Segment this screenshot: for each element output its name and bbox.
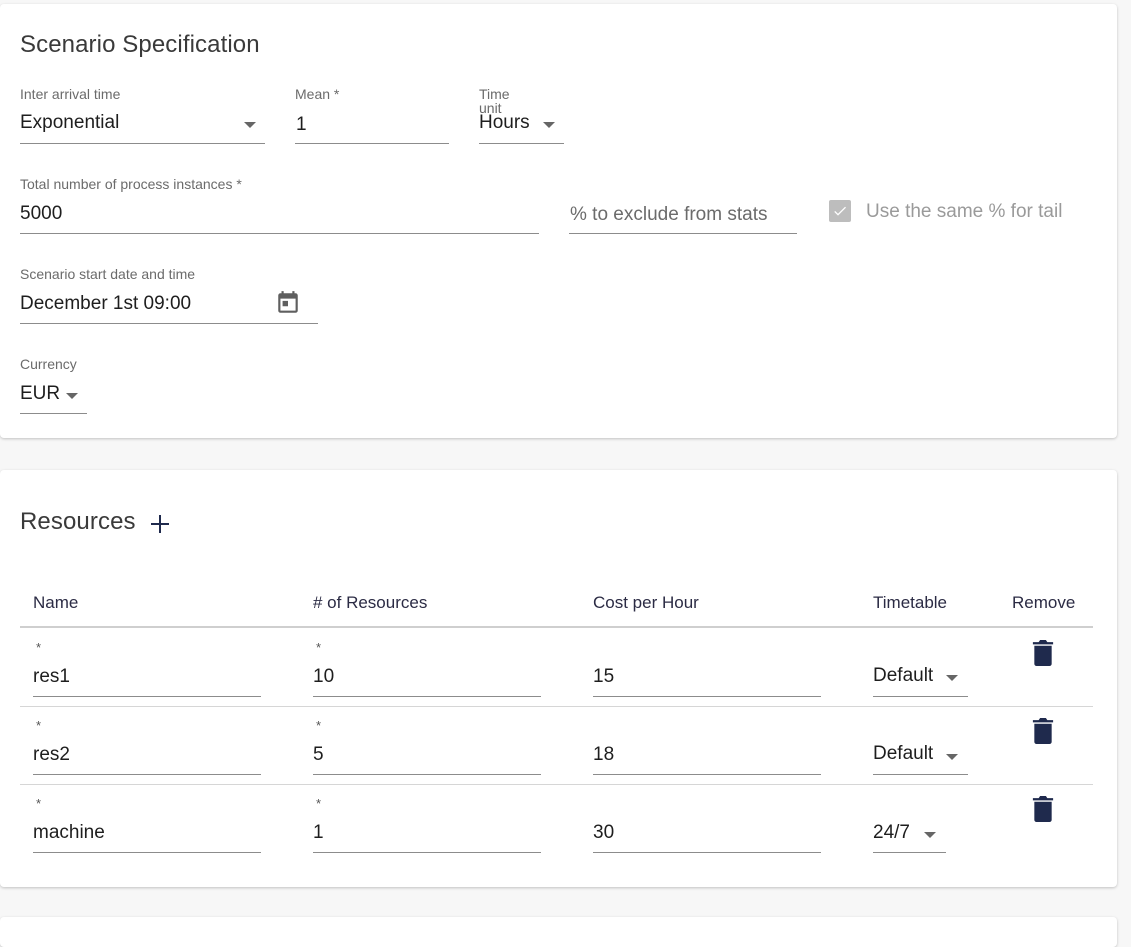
time-unit-select[interactable]: Time unit Hours (479, 86, 564, 144)
scenario-title: Scenario Specification (20, 31, 260, 58)
trash-icon[interactable] (1032, 718, 1054, 744)
resource-cost-input[interactable]: 18 (593, 707, 821, 777)
chevron-down-icon (946, 754, 958, 760)
currency-select[interactable]: Currency EUR (20, 356, 87, 414)
timetable-select[interactable]: 24/7 (873, 785, 946, 855)
resource-count-input[interactable]: 10 (313, 628, 541, 698)
underline (593, 696, 821, 697)
resource-count-value: 10 (313, 666, 335, 687)
timetable-select[interactable]: Default (873, 628, 968, 698)
inter-arrival-underline (20, 143, 265, 144)
inter-arrival-select[interactable]: Inter arrival time Exponential (20, 86, 265, 144)
resource-cost-value: 30 (593, 822, 615, 843)
resource-name-value: res2 (33, 744, 70, 765)
chevron-down-icon (66, 393, 78, 399)
total-instances-label: Total number of process instances * (20, 176, 242, 192)
next-section-card (0, 917, 1117, 947)
resource-name-value: machine (33, 822, 105, 843)
underline (33, 696, 261, 697)
underline (873, 774, 968, 775)
start-datetime-picker[interactable]: Scenario start date and time December 1s… (20, 266, 318, 324)
trash-icon[interactable] (1032, 796, 1054, 822)
resources-card: Resources Name # of Resources Cost per H… (0, 470, 1117, 887)
underline (33, 774, 261, 775)
table-row: * res1 * 10 15 Default (0, 628, 1117, 706)
start-datetime-value: December 1st 09:00 (20, 293, 192, 314)
underline (593, 774, 821, 775)
mean-label: Mean * (295, 86, 340, 102)
inter-arrival-value: Exponential (20, 112, 120, 133)
currency-label: Currency (20, 356, 77, 372)
underline (593, 852, 821, 853)
total-instances-underline (20, 233, 539, 234)
check-icon (834, 206, 846, 216)
column-header-remove: Remove (1012, 593, 1076, 612)
same-tail-label: Use the same % for tail (866, 201, 1063, 222)
underline (873, 852, 946, 853)
resources-title: Resources (20, 508, 136, 535)
currency-underline (20, 413, 87, 414)
resource-count-value: 5 (313, 744, 324, 765)
start-datetime-label: Scenario start date and time (20, 266, 196, 282)
currency-value: EUR (20, 383, 61, 404)
timetable-value: Default (873, 743, 934, 764)
scenario-specification-card: Scenario Specification Inter arrival tim… (0, 4, 1117, 438)
calendar-icon[interactable] (275, 290, 301, 316)
table-row: * res2 * 5 18 Default (0, 707, 1117, 785)
resource-cost-value: 18 (593, 744, 615, 765)
resource-cost-input[interactable]: 30 (593, 785, 821, 855)
time-unit-value: Hours (479, 112, 530, 133)
timetable-select[interactable]: Default (873, 707, 968, 777)
total-instances-value: 5000 (20, 203, 63, 224)
exclude-percent-placeholder: % to exclude from stats (570, 204, 768, 225)
column-header-cost: Cost per Hour (593, 593, 699, 612)
start-datetime-underline (20, 323, 318, 324)
underline (873, 696, 968, 697)
same-tail-checkbox[interactable] (829, 200, 851, 222)
chevron-down-icon (946, 675, 958, 681)
underline (313, 774, 541, 775)
resource-count-input[interactable]: 1 (313, 785, 541, 855)
timetable-value: Default (873, 665, 934, 686)
resource-name-input[interactable]: res1 (33, 628, 261, 698)
mean-underline (295, 143, 449, 144)
table-row: * machine * 1 30 24/7 (0, 785, 1117, 863)
inter-arrival-label: Inter arrival time (20, 86, 121, 102)
resource-name-input[interactable]: res2 (33, 707, 261, 777)
add-resource-icon[interactable] (148, 512, 172, 536)
resource-name-input[interactable]: machine (33, 785, 261, 855)
exclude-percent-input[interactable]: % to exclude from stats (569, 194, 797, 234)
trash-icon[interactable] (1032, 640, 1054, 666)
total-instances-input[interactable]: Total number of process instances * 5000 (20, 176, 539, 234)
timetable-value: 24/7 (873, 822, 910, 843)
time-unit-underline (479, 143, 564, 144)
column-header-count: # of Resources (313, 593, 428, 612)
mean-input[interactable]: Mean * 1 (295, 86, 449, 144)
chevron-down-icon (924, 832, 936, 838)
underline (33, 852, 261, 853)
mean-value: 1 (296, 114, 307, 135)
resource-count-value: 1 (313, 822, 324, 843)
underline (313, 696, 541, 697)
column-header-name: Name (33, 593, 79, 612)
resource-cost-value: 15 (593, 666, 615, 687)
resource-name-value: res1 (33, 666, 70, 687)
underline (313, 852, 541, 853)
resource-cost-input[interactable]: 15 (593, 628, 821, 698)
resource-count-input[interactable]: 5 (313, 707, 541, 777)
exclude-percent-underline (569, 233, 797, 234)
chevron-down-icon (543, 122, 555, 128)
chevron-down-icon (244, 122, 256, 128)
column-header-timetable: Timetable (873, 593, 948, 612)
